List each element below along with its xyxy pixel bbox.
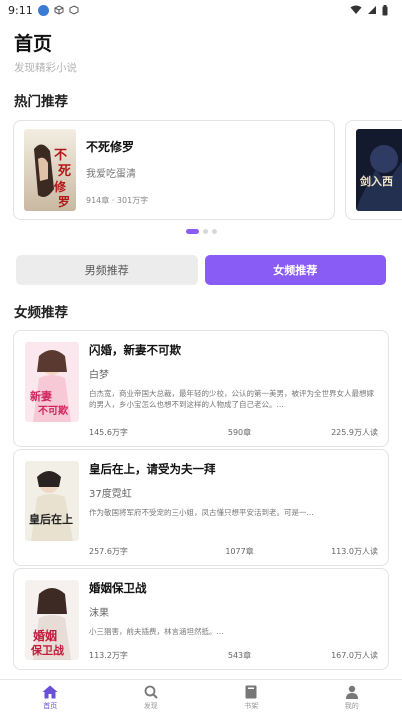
search-icon: [144, 685, 158, 699]
nav-home[interactable]: 首页: [20, 685, 80, 711]
svg-text:新妻: 新妻: [30, 389, 52, 403]
book-info: 闪婚，新妻不可欺 白梦 白杰宽，商业帝国大总裁，最年轻的少校，公认的第一美男，被…: [89, 342, 378, 438]
nav-label: 首页: [43, 701, 58, 710]
svg-text:不: 不: [54, 148, 67, 163]
book-card[interactable]: 新妻 不可欺 闪婚，新妻不可欺 白梦 白杰宽，商业帝国大总裁，最年轻的少校，公认…: [13, 330, 389, 447]
book-cover: 不 死 修 罗: [24, 129, 76, 211]
svg-text:不可欺: 不可欺: [38, 404, 68, 417]
carousel-dot[interactable]: [202, 229, 208, 234]
book-chapters: 543章: [227, 651, 252, 660]
book-chapters: 1077章: [225, 547, 254, 556]
book-cover: 婚姻 保卫战: [25, 580, 79, 660]
hot-book-meta: 914章 · 301万字: [86, 196, 149, 205]
book-name: 皇后在上，请受为夫一拜: [89, 462, 216, 476]
box-icon: [69, 5, 79, 15]
hot-book-card-next[interactable]: 剑入西: [345, 120, 402, 220]
home-icon: [42, 685, 58, 698]
status-bar: 9:11: [0, 0, 402, 20]
nav-label: 我的: [344, 701, 359, 710]
carousel-dot[interactable]: [185, 229, 199, 234]
book-chapters: 590章: [227, 428, 252, 437]
book-name: 婚姻保卫战: [89, 581, 147, 595]
svg-text:死: 死: [58, 164, 71, 179]
nav-label: 书架: [244, 701, 259, 710]
bookshelf-icon: [245, 685, 257, 698]
carousel-dot[interactable]: [211, 229, 217, 234]
book-readers: 167.0万人读: [331, 651, 378, 660]
svg-text:保卫战: 保卫战: [30, 643, 64, 657]
tab-male[interactable]: 男频推荐: [16, 255, 198, 285]
bottom-nav: 首页 发现 书架 我的: [0, 679, 402, 715]
wifi-icon: [350, 5, 362, 14]
book-card[interactable]: 婚姻 保卫战 婚姻保卫战 沫果 小三猖害，前夫插费，林言涵坦然抵。... 113…: [13, 568, 389, 670]
book-info: 皇后在上，请受为夫一拜 37度霓虹 作为敬国将军府不受宠的三小姐，凤古懂只想平安…: [89, 461, 378, 557]
book-cover: 新妻 不可欺: [25, 342, 79, 422]
svg-text:皇后在上: 皇后在上: [29, 512, 73, 526]
page-title: 首页: [14, 33, 53, 55]
book-author: 白梦: [89, 370, 109, 381]
battery-icon: [382, 4, 388, 15]
signal-icon: [368, 6, 376, 14]
book-readers: 225.9万人读: [331, 428, 378, 437]
book-cover: 剑入西: [356, 129, 402, 211]
status-time: 9:11: [8, 3, 33, 17]
svg-text:罗: 罗: [58, 194, 70, 209]
carousel-indicator: [0, 229, 402, 235]
hot-carousel[interactable]: 不 死 修 罗 不死修罗 我爱吃蛋清 914章 · 301万字 剑入西: [0, 120, 402, 224]
page-subtitle: 发现精彩小说: [14, 62, 77, 74]
hot-book-info: 不死修罗 我爱吃蛋清 914章 · 301万字: [86, 129, 148, 211]
nav-discover[interactable]: 发现: [121, 685, 181, 711]
profile-icon: [345, 685, 358, 699]
nav-label: 发现: [143, 701, 158, 710]
book-author: 37度霓虹: [89, 489, 132, 500]
svg-text:剑入西: 剑入西: [359, 174, 393, 188]
status-left: 9:11: [8, 4, 79, 17]
hot-section-title: 热门推荐: [14, 94, 68, 110]
svg-text:婚姻: 婚姻: [33, 628, 57, 643]
book-info: 婚姻保卫战 沫果 小三猖害，前夫插费，林言涵坦然抵。... 113.2万字 54…: [89, 580, 378, 661]
book-description: 白杰宽，商业帝国大总裁，最年轻的少校，公认的第一美男，被评为全世界女人最想嫁的男…: [89, 389, 374, 409]
book-stats: 113.2万字 543章 167.0万人读: [89, 650, 378, 661]
tab-female[interactable]: 女频推荐: [204, 255, 386, 285]
status-right: [350, 4, 388, 16]
nav-bookshelf[interactable]: 书架: [221, 685, 281, 711]
book-readers: 113.0万人读: [331, 547, 378, 556]
svg-text:修: 修: [53, 179, 67, 194]
hot-book-card[interactable]: 不 死 修 罗 不死修罗 我爱吃蛋清 914章 · 301万字: [13, 120, 335, 220]
book-card[interactable]: 皇后在上 皇后在上，请受为夫一拜 37度霓虹 作为敬国将军府不受宠的三小姐，凤古…: [13, 449, 389, 566]
notification-icon: [37, 4, 49, 16]
book-words: 257.6万字: [89, 547, 128, 556]
cube-icon: [54, 5, 64, 15]
header: 首页 发现精彩小说: [0, 20, 402, 75]
book-cover: 皇后在上: [25, 461, 79, 541]
book-description: 小三猖害，前夫插费，林言涵坦然抵。...: [89, 627, 224, 636]
book-stats: 257.6万字 1077章 113.0万人读: [89, 546, 378, 557]
gender-tabs: 男频推荐 女频推荐: [0, 255, 402, 285]
rec-section-title: 女频推荐: [14, 305, 68, 321]
hot-book-name: 不死修罗: [86, 140, 135, 154]
book-stats: 145.6万字 590章 225.9万人读: [89, 427, 378, 438]
hot-book-author: 我爱吃蛋清: [86, 169, 136, 180]
book-author: 沫果: [89, 608, 109, 619]
book-words: 113.2万字: [89, 651, 128, 660]
book-words: 145.6万字: [89, 428, 128, 437]
nav-profile[interactable]: 我的: [322, 685, 382, 711]
book-name: 闪婚，新妻不可欺: [89, 343, 181, 357]
book-description: 作为敬国将军府不受宠的三小姐，凤古懂只想平安活到老。可是一...: [89, 508, 314, 517]
